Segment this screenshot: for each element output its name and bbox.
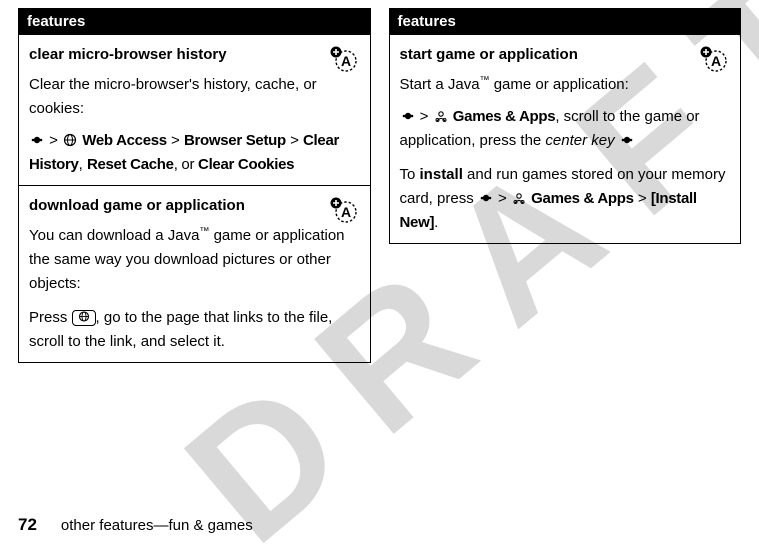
- optional-accessory-icon: A: [328, 196, 360, 224]
- left-section-2: A download game or application You can d…: [19, 185, 370, 362]
- svg-text:A: A: [711, 53, 721, 69]
- gt-4: >: [420, 108, 429, 125]
- svg-text:A: A: [340, 204, 350, 220]
- optional-accessory-icon: A: [698, 45, 730, 73]
- left-s2-body2: Press , go to the page that links to the…: [29, 306, 360, 354]
- text-part: Start a Java: [400, 76, 480, 93]
- center-key-icon: [29, 133, 45, 147]
- gt-5: >: [498, 190, 507, 207]
- path-reset-cache: Reset Cache: [87, 156, 174, 173]
- gt-3: >: [290, 132, 299, 149]
- path-web-access: Web Access: [82, 132, 167, 149]
- games-icon: [511, 190, 531, 207]
- period: .: [434, 214, 438, 231]
- left-header: features: [19, 9, 370, 34]
- left-s1-body: Clear the micro-browser's history, cache…: [29, 73, 360, 121]
- svg-text:A: A: [340, 53, 350, 69]
- path-games-apps: Games & Apps: [453, 108, 556, 125]
- page: DRAFT features A clear micro-browser his…: [0, 0, 759, 547]
- center-key-icon: [619, 133, 635, 147]
- globe-key-icon: [72, 310, 96, 326]
- right-s1-path1: > Games & Apps, scroll to the game or ap…: [400, 105, 731, 153]
- web-icon: [62, 132, 82, 149]
- gt-2: >: [171, 132, 180, 149]
- comma: ,: [79, 156, 83, 173]
- right-header: features: [390, 9, 741, 34]
- center-key-text: center key: [545, 132, 614, 149]
- left-s1-title: clear micro-browser history: [29, 43, 360, 67]
- left-section-1: A clear micro-browser history Clear the …: [19, 34, 370, 185]
- left-column: features A clear micro-browser history C…: [18, 8, 371, 363]
- columns: features A clear micro-browser history C…: [0, 0, 759, 363]
- gt-6: >: [638, 190, 647, 207]
- right-column: features A start game or application Sta…: [389, 8, 742, 244]
- install-bold: install: [420, 166, 463, 183]
- text-press: Press: [29, 309, 72, 326]
- center-key-icon: [400, 109, 416, 123]
- tm-mark: ™: [480, 75, 490, 86]
- tm-mark: ™: [199, 226, 209, 237]
- text-part: game or application:: [490, 76, 629, 93]
- path-games-apps2: Games & Apps: [531, 190, 634, 207]
- text-to: To: [400, 166, 420, 183]
- footer-text: other features—fun & games: [61, 517, 253, 534]
- optional-accessory-icon: A: [328, 45, 360, 73]
- left-s2-body1: You can download a Java™ game or applica…: [29, 224, 360, 296]
- page-number: 72: [18, 515, 37, 534]
- left-s1-path: > Web Access > Browser Setup > Clear His…: [29, 129, 360, 177]
- path-clear-cookies: Clear Cookies: [198, 156, 294, 173]
- left-s2-title: download game or application: [29, 194, 360, 218]
- right-section-1: A start game or application Start a Java…: [390, 34, 741, 243]
- gt-1: >: [49, 132, 58, 149]
- footer: 72 other features—fun & games: [18, 515, 253, 535]
- right-s1-title: start game or application: [400, 43, 731, 67]
- games-icon: [433, 108, 453, 125]
- center-key-icon: [478, 191, 494, 205]
- right-s1-body3: To install and run games stored on your …: [400, 163, 731, 235]
- path-browser-setup: Browser Setup: [184, 132, 286, 149]
- or-text: , or: [174, 156, 198, 173]
- right-s1-body1: Start a Java™ game or application:: [400, 73, 731, 97]
- text-part: You can download a Java: [29, 227, 199, 244]
